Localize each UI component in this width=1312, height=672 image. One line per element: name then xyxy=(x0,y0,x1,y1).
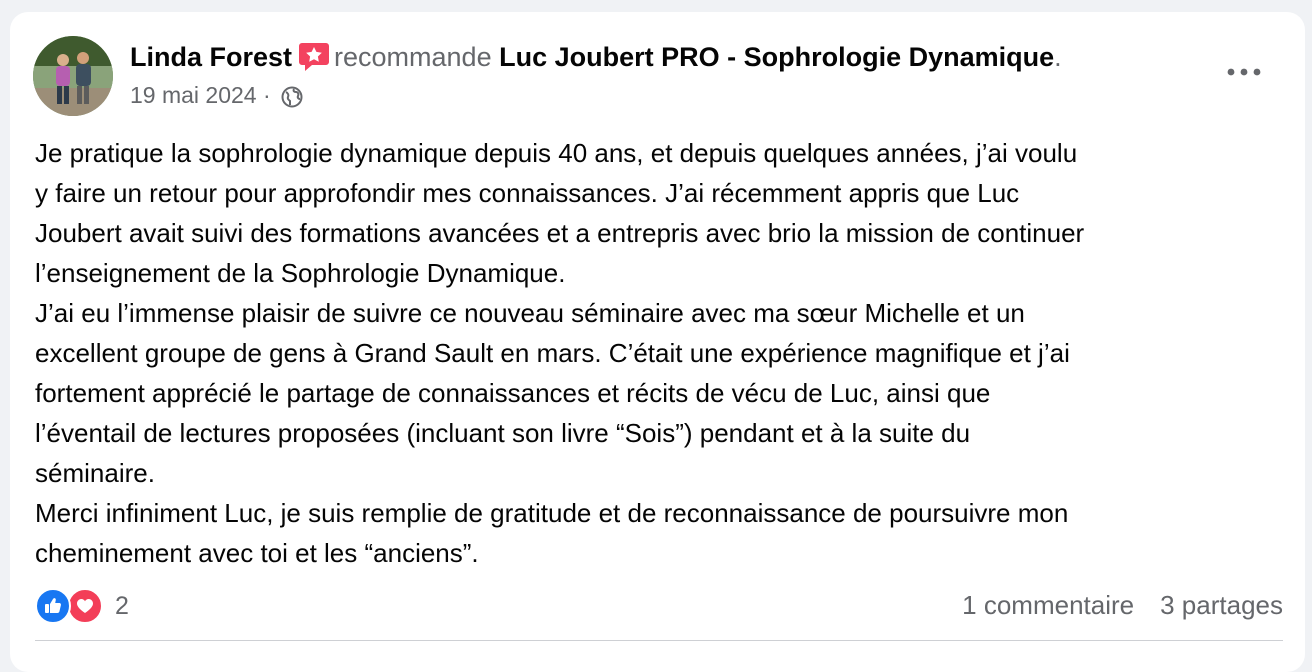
post-meta: 19 mai 2024 · xyxy=(130,80,303,115)
comments-count-link[interactable]: 1 commentaire xyxy=(962,590,1134,620)
shares-count-link[interactable]: 3 partages xyxy=(1160,590,1283,620)
reactions-summary[interactable]: 2 xyxy=(35,588,129,624)
meta-separator: · xyxy=(262,82,271,108)
post-text-line: séminaire. xyxy=(35,458,155,488)
recommend-verb: recommande xyxy=(334,42,492,72)
post-header: Linda Forest recommande Luc Joubert PRO -… xyxy=(130,39,1062,81)
post-text-line: cheminement avec toi et les “anciens”. xyxy=(35,538,479,568)
post-text-line: Joubert avait suivi des formations avanc… xyxy=(35,218,1085,248)
love-icon xyxy=(67,588,103,624)
post-stats: 1 commentaire 3 partages xyxy=(962,590,1283,621)
post-card: Linda Forest recommande Luc Joubert PRO -… xyxy=(10,12,1305,672)
page-name-link[interactable]: Luc Joubert PRO - Sophrologie Dynamique xyxy=(499,42,1054,72)
post-text-line: J’ai eu l’immense plaisir de suivre ce n… xyxy=(35,298,1025,328)
post-text-line: l’éventail de lectures proposées (inclua… xyxy=(35,418,971,448)
post-text-line: y faire un retour pour approfondir mes c… xyxy=(35,178,1020,208)
post-text-line: l’enseignement de la Sophrologie Dynamiq… xyxy=(35,258,566,288)
reaction-count: 2 xyxy=(115,591,129,620)
more-dots-icon xyxy=(1227,68,1261,76)
post-text-line: Je pratique la sophrologie dynamique dep… xyxy=(35,138,1078,168)
post-text-line: fortement apprécié le partage de connais… xyxy=(35,378,991,408)
avatar-photo xyxy=(33,36,113,116)
like-icon xyxy=(35,588,71,624)
author-name[interactable]: Linda Forest xyxy=(130,42,292,72)
footer-divider xyxy=(35,640,1283,641)
post-date[interactable]: 19 mai 2024 xyxy=(130,82,257,108)
avatar[interactable] xyxy=(33,36,113,116)
more-options-button[interactable] xyxy=(1220,56,1268,88)
globe-icon[interactable] xyxy=(281,85,303,115)
post-body: Je pratique la sophrologie dynamique dep… xyxy=(35,133,1297,573)
post-text-line: Merci infiniment Luc, je suis remplie de… xyxy=(35,498,1069,528)
recommend-star-icon xyxy=(298,40,330,81)
header-end-punct: . xyxy=(1054,42,1062,72)
post-footer: 2 1 commentaire 3 partages xyxy=(35,586,1283,628)
post-text-line: excellent groupe de gens à Grand Sault e… xyxy=(35,338,1070,368)
